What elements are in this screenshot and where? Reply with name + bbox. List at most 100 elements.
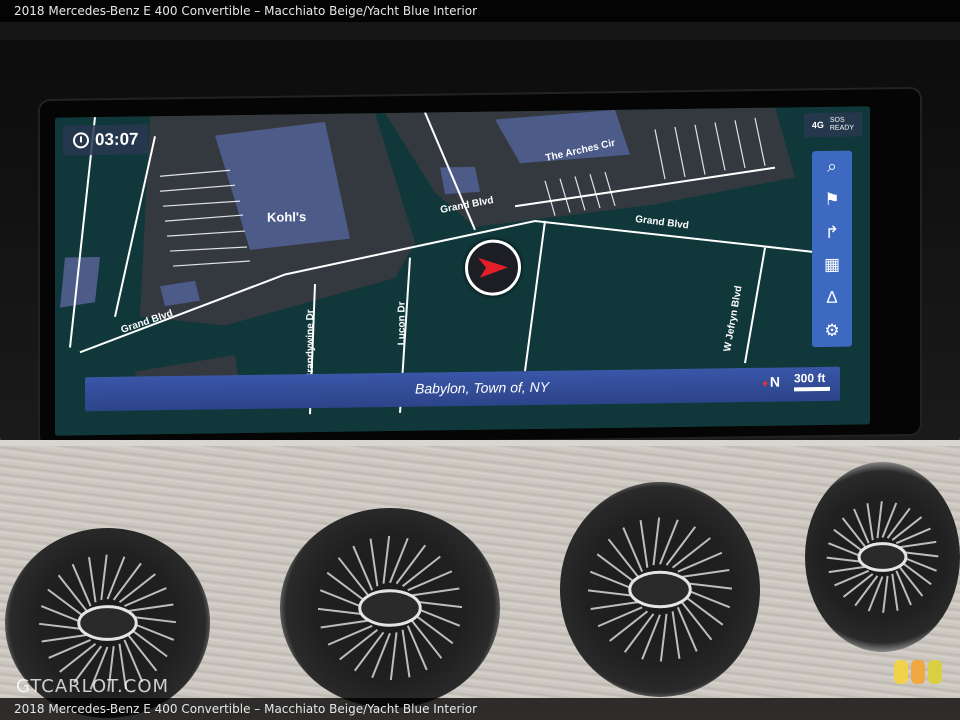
vent-fin bbox=[413, 613, 454, 645]
vent-fin bbox=[671, 611, 681, 659]
vent-fin bbox=[411, 619, 443, 659]
vent-fin bbox=[881, 502, 898, 538]
vent-fin bbox=[900, 561, 932, 586]
vent-fin bbox=[641, 614, 661, 660]
vent-fin bbox=[57, 574, 88, 612]
vent-fin bbox=[677, 551, 723, 573]
vent-fin bbox=[853, 508, 870, 544]
compass-heading: N bbox=[769, 373, 780, 390]
vent-fin bbox=[48, 639, 91, 659]
poi-label-kohls[interactable]: Kohl's bbox=[267, 209, 306, 225]
vent-fin bbox=[639, 520, 649, 568]
vent-fins bbox=[587, 517, 733, 662]
navigation-screen[interactable]: 03:07 4G SOS READY Grand Blvd Grand Blvd… bbox=[55, 106, 870, 436]
search-icon[interactable]: ⌕ bbox=[816, 153, 848, 181]
vent-fin bbox=[590, 601, 639, 610]
vent-fin bbox=[112, 562, 142, 601]
vent-fin bbox=[597, 606, 643, 628]
map-block bbox=[60, 257, 100, 308]
current-location: Babylon, Town of, NY bbox=[415, 378, 550, 397]
vent-fin bbox=[622, 527, 644, 573]
vent-fin bbox=[40, 605, 84, 624]
side-menu: ⌕ ⚑ ↱ ▦ ∆ ⚙ bbox=[812, 150, 852, 348]
vent-fin bbox=[319, 589, 366, 609]
vent-fin bbox=[854, 575, 879, 607]
clock-time: 03:07 bbox=[95, 129, 139, 150]
vent-fin bbox=[895, 570, 912, 606]
vent-fin bbox=[671, 537, 711, 569]
compass-arrow-icon: ♦ bbox=[762, 377, 768, 390]
vent-fin bbox=[407, 570, 453, 592]
vent-hub bbox=[358, 589, 422, 627]
vent-fin bbox=[876, 501, 883, 539]
settings-gear-icon[interactable]: ⚙ bbox=[816, 316, 848, 344]
vent-fin bbox=[406, 625, 428, 671]
air-vent[interactable] bbox=[805, 462, 960, 652]
vent-fin bbox=[352, 545, 374, 591]
vent-fin bbox=[886, 507, 911, 539]
vent-fin bbox=[828, 565, 866, 574]
flag-icon[interactable]: ⚑ bbox=[816, 186, 848, 214]
vent-fins bbox=[317, 535, 463, 681]
vent-fin bbox=[659, 519, 679, 565]
map-block bbox=[440, 166, 480, 195]
vent-fin bbox=[891, 516, 923, 541]
vent-fin bbox=[411, 587, 460, 597]
vent-fin bbox=[326, 571, 367, 603]
vent-fin bbox=[339, 629, 379, 661]
brand-dot bbox=[911, 660, 925, 684]
status-indicators: 4G SOS READY bbox=[803, 112, 862, 138]
vent-fin bbox=[683, 595, 724, 626]
vent-fin bbox=[389, 632, 398, 681]
vent-fin bbox=[676, 606, 698, 652]
caption-bottom: 2018 Mercedes-Benz E 400 Convertible – M… bbox=[0, 698, 960, 720]
vent-fin bbox=[895, 527, 931, 545]
vent-hub bbox=[857, 542, 908, 572]
vent-fin bbox=[882, 575, 889, 613]
vent-fin bbox=[382, 535, 391, 584]
vent-fin bbox=[41, 633, 87, 643]
vent-fin bbox=[88, 557, 97, 603]
map-layers-icon[interactable]: ▦ bbox=[816, 251, 848, 279]
vent-fin bbox=[596, 553, 637, 584]
vent-fin bbox=[395, 544, 427, 585]
vent-fin bbox=[389, 537, 409, 584]
map-scale[interactable]: 300 ft bbox=[794, 371, 830, 392]
vent-fin bbox=[369, 538, 379, 587]
caption-top: 2018 Mercedes-Benz E 400 Convertible – M… bbox=[0, 0, 960, 22]
vent-fin bbox=[353, 631, 385, 672]
vent-fin bbox=[59, 642, 97, 673]
vent-fin bbox=[401, 555, 441, 587]
vent-fin bbox=[866, 503, 874, 541]
vent-fin bbox=[607, 538, 639, 578]
vent-fin bbox=[899, 540, 937, 549]
vent-fin bbox=[684, 588, 731, 609]
brand-dot bbox=[928, 660, 942, 684]
vent-fin bbox=[833, 528, 865, 553]
vent-fin bbox=[681, 601, 713, 641]
vent-fin bbox=[401, 629, 411, 678]
brand-dot bbox=[894, 660, 908, 684]
vent-fin bbox=[71, 563, 92, 607]
clock-icon bbox=[73, 132, 89, 149]
vent-fin bbox=[130, 628, 168, 658]
vent-fin bbox=[327, 624, 373, 646]
vent-fin bbox=[100, 554, 108, 600]
vent-fin bbox=[842, 573, 874, 598]
vent-fin bbox=[106, 556, 126, 600]
air-vent[interactable] bbox=[560, 482, 760, 697]
compass-indicator[interactable]: ♦ N bbox=[762, 374, 780, 390]
vent-fin bbox=[118, 573, 156, 604]
road-view-icon[interactable]: ∆ bbox=[816, 284, 848, 312]
vent-fin bbox=[609, 610, 649, 642]
vent-fin bbox=[131, 622, 175, 641]
sos-label: SOS bbox=[829, 116, 845, 124]
vent-hub bbox=[77, 605, 138, 641]
air-vent[interactable] bbox=[280, 508, 500, 708]
vent-fin bbox=[659, 613, 668, 662]
vent-fin bbox=[337, 557, 369, 597]
vent-fin bbox=[127, 634, 158, 672]
vent-fin bbox=[623, 613, 655, 653]
vent-fin bbox=[841, 517, 867, 548]
route-audio-icon[interactable]: ↱ bbox=[816, 218, 848, 246]
